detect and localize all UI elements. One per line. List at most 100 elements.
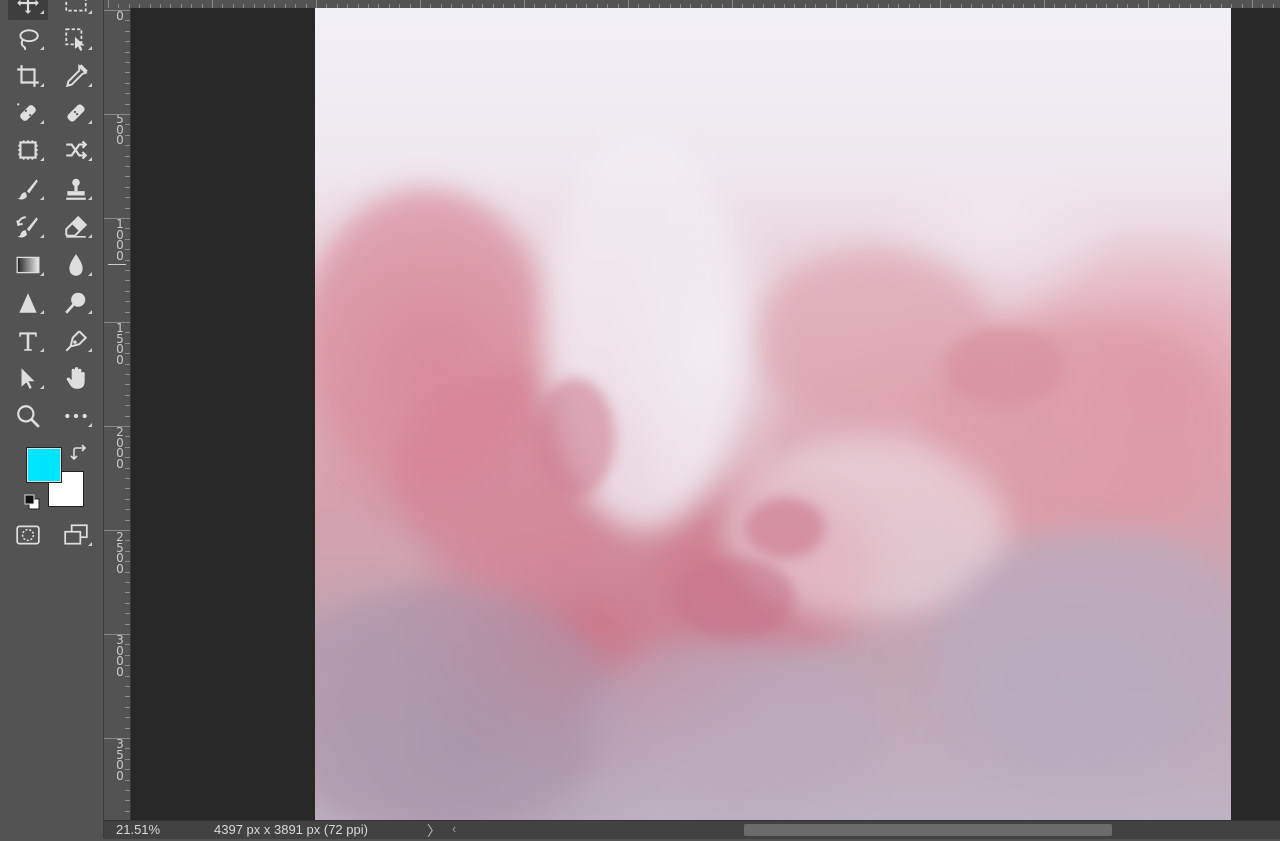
ruler-tick: [125, 623, 130, 625]
tools-panel: [0, 0, 104, 838]
spot-healing-tool[interactable]: [8, 96, 48, 130]
screen-mode-icon: [64, 524, 88, 545]
quick-mask-button[interactable]: [8, 518, 48, 552]
ruler-tick: [125, 665, 130, 667]
pen-tool[interactable]: [56, 324, 96, 358]
foreground-color-swatch[interactable]: [26, 447, 62, 483]
blur-tool[interactable]: [56, 248, 96, 282]
ruler-tick: [125, 384, 130, 386]
shuffle-icon: [66, 140, 88, 160]
status-more-arrow[interactable]: 〉: [427, 821, 441, 841]
ruler-tick: [125, 696, 130, 698]
ruler-tick: [940, 0, 941, 8]
bandage-icon: [67, 104, 85, 122]
ruler-tick: [125, 30, 130, 32]
scrollbar-thumb[interactable]: [744, 824, 1112, 836]
type-tool[interactable]: [8, 324, 48, 358]
ruler-tick: [125, 550, 130, 552]
ruler-tick: [125, 717, 130, 719]
ruler-tick: [125, 727, 130, 729]
ruler-tick: [108, 0, 109, 8]
document-info[interactable]: 4397 px x 3891 px (72 ppi): [214, 822, 414, 837]
ruler-tick: [125, 509, 130, 511]
move-tool[interactable]: [8, 0, 48, 20]
path-select-tool[interactable]: [8, 361, 48, 395]
marquee-tool[interactable]: [56, 0, 96, 20]
gradient-icon: [16, 256, 40, 274]
patch-icon: [18, 140, 38, 160]
brush-tool[interactable]: [8, 172, 48, 206]
dodge-icon: [65, 292, 86, 314]
ruler-tick: [125, 405, 130, 407]
ruler-tick: [125, 446, 130, 448]
ruler-tick: [125, 602, 130, 604]
ruler-tick: [125, 613, 130, 615]
object-select-icon: [65, 28, 85, 51]
ruler-tick: [125, 134, 130, 136]
crop-tool[interactable]: [8, 59, 48, 93]
ruler-tick: [125, 467, 130, 469]
magnifier-icon: [17, 405, 40, 428]
ruler-tick: [125, 259, 130, 261]
ruler-tick: [420, 0, 421, 8]
ruler-tick: [125, 800, 130, 802]
ruler-tick: [125, 353, 130, 355]
pen-icon: [65, 330, 88, 352]
drop-icon: [69, 254, 83, 276]
ruler-tick: [125, 540, 130, 542]
ruler-tick: [125, 644, 130, 646]
hand-tool[interactable]: [56, 361, 96, 395]
ruler-label-2500: 2500: [116, 530, 124, 576]
ruler-tick: [125, 311, 130, 313]
eyedropper-tool[interactable]: [56, 59, 96, 93]
ruler-label-3000: 3000: [116, 633, 124, 679]
ruler-tick: [125, 686, 130, 687]
eraser-icon: [65, 215, 88, 238]
ruler-tick: [104, 426, 130, 427]
scroll-left-arrow[interactable]: ‹: [452, 821, 456, 836]
healing-brush-tool[interactable]: [56, 96, 96, 130]
patch-tool[interactable]: [8, 133, 48, 167]
horizontal-scrollbar[interactable]: ‹: [444, 821, 1280, 839]
zoom-tool[interactable]: [8, 399, 48, 433]
ruler-tick: [125, 249, 130, 251]
document-image[interactable]: [315, 8, 1231, 820]
sharpen-tool[interactable]: [8, 286, 48, 320]
more-tools[interactable]: [56, 399, 96, 433]
screen-mode-button[interactable]: [56, 518, 96, 552]
zoom-level[interactable]: 21.51%: [116, 822, 160, 837]
ruler-tick: [125, 62, 130, 63]
swap-colors-icon[interactable]: [70, 444, 88, 462]
default-colors-icon[interactable]: [24, 494, 40, 510]
gradient-tool[interactable]: [8, 248, 48, 282]
ruler-tick: [1252, 0, 1253, 8]
ruler-tick: [125, 290, 130, 292]
cloud-texture: [315, 128, 1231, 820]
ruler-tick: [1044, 0, 1045, 8]
canvas-area[interactable]: [131, 8, 1280, 820]
ruler-tick: [125, 207, 130, 209]
brush-icon: [17, 179, 38, 200]
lasso-tool[interactable]: [8, 22, 48, 56]
ruler-tick: [125, 155, 130, 157]
clone-stamp-tool[interactable]: [56, 172, 96, 206]
eyedropper-icon: [65, 63, 88, 88]
ruler-tick: [125, 394, 130, 396]
ruler-tick: [104, 738, 130, 739]
history-brush-tool[interactable]: [8, 210, 48, 244]
ruler-tick: [104, 10, 130, 11]
ruler-tick: [125, 498, 130, 500]
eraser-tool[interactable]: [56, 210, 96, 244]
object-select-tool[interactable]: [56, 22, 96, 56]
ruler-tick: [628, 0, 629, 8]
content-aware-move-tool[interactable]: [56, 133, 96, 167]
ruler-tick: [125, 654, 130, 656]
ruler-tick: [125, 519, 130, 521]
stamp-icon: [66, 178, 86, 200]
quick-mask-icon: [16, 525, 40, 545]
ruler-tick: [125, 103, 130, 105]
ruler-tick: [104, 218, 130, 219]
dodge-tool[interactable]: [56, 286, 96, 320]
ruler-tick: [836, 0, 837, 8]
ruler-tick: [125, 197, 130, 199]
